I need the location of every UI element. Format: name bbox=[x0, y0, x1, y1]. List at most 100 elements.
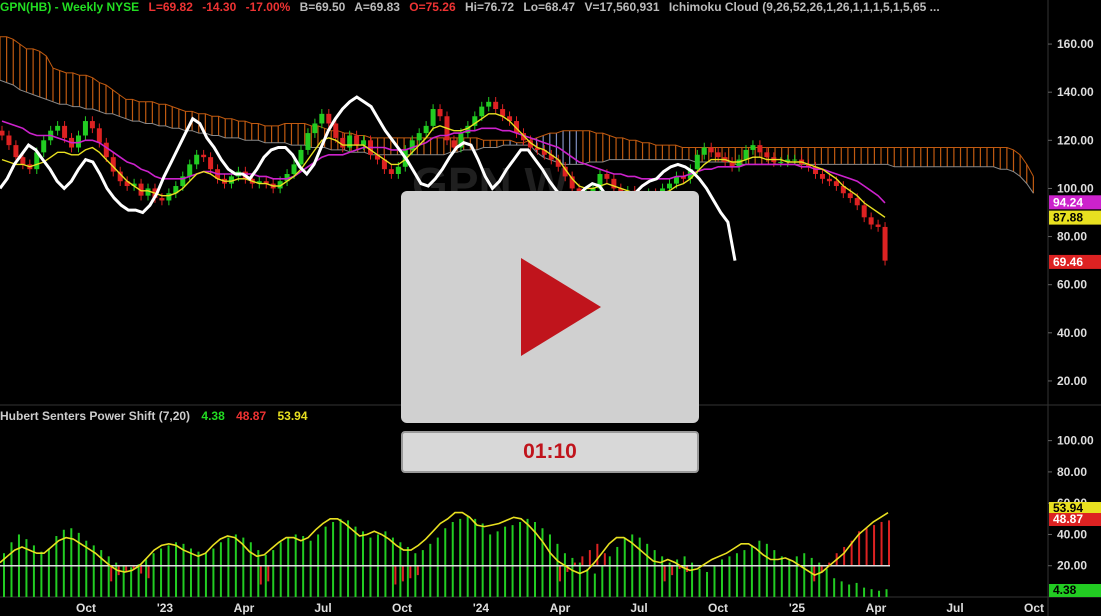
candle-body bbox=[13, 145, 19, 158]
time-tick-label: Apr bbox=[866, 601, 887, 615]
candle-body bbox=[882, 226, 888, 261]
candle-body bbox=[743, 149, 749, 160]
candle-body bbox=[416, 133, 422, 141]
candle-body bbox=[437, 109, 443, 117]
time-tick-label: Jul bbox=[314, 601, 331, 615]
candle-body bbox=[291, 164, 297, 174]
price-change: -14.30 bbox=[202, 0, 237, 14]
indicator-value-red: 48.87 bbox=[236, 409, 267, 423]
high-price: Hi=76.72 bbox=[465, 0, 515, 14]
symbol-label: GPN(HB) - Weekly NYSE bbox=[0, 0, 140, 14]
low-price: Lo=68.47 bbox=[523, 0, 576, 14]
indicator-label-text: 48.87 bbox=[1053, 512, 1083, 526]
price-tick-label: 40.00 bbox=[1057, 326, 1087, 340]
candle-body bbox=[395, 166, 401, 174]
candle-body bbox=[41, 140, 47, 153]
open-price: O=75.26 bbox=[409, 0, 456, 14]
indicator-name: Hubert Senters Power Shift (7,20) bbox=[0, 409, 191, 423]
indicator-value-yellow: 53.94 bbox=[277, 409, 308, 423]
price-tick-label: 20.00 bbox=[1057, 374, 1087, 388]
candle-body bbox=[305, 133, 311, 150]
time-tick-label: '23 bbox=[157, 601, 174, 615]
study-label: Ichimoku Cloud (9,26,52,26,1,26,1,1,1,5,… bbox=[668, 0, 940, 14]
candle-body bbox=[319, 113, 325, 124]
candle-body bbox=[89, 121, 95, 129]
time-tick-label: Oct bbox=[708, 601, 728, 615]
video-timer: 01:10 bbox=[401, 431, 699, 473]
candle-body bbox=[20, 157, 26, 165]
candle-body bbox=[194, 154, 200, 165]
candle-body bbox=[604, 174, 610, 179]
candle-body bbox=[0, 130, 5, 136]
candle-body bbox=[6, 135, 12, 146]
candle-body bbox=[486, 101, 492, 107]
candle-body bbox=[819, 174, 825, 179]
candle-body bbox=[312, 123, 318, 134]
time-tick-label: '25 bbox=[789, 601, 806, 615]
candle-body bbox=[340, 137, 346, 148]
indicator-label-text: 4.38 bbox=[1053, 583, 1077, 597]
candle-body bbox=[757, 145, 763, 153]
chart-header: GPN(HB) - Weekly NYSE L=69.82 -14.30 -17… bbox=[0, 0, 946, 14]
candle-body bbox=[667, 183, 672, 189]
candle-body bbox=[354, 135, 360, 146]
time-tick-label: Apr bbox=[234, 601, 255, 615]
time-tick-label: Jul bbox=[630, 601, 647, 615]
play-icon[interactable] bbox=[521, 258, 601, 356]
time-tick-label: Oct bbox=[1024, 601, 1044, 615]
candle-body bbox=[388, 169, 394, 174]
candle-body bbox=[750, 145, 756, 150]
price-label-text: 87.88 bbox=[1053, 211, 1083, 225]
price-tick-label: 140.00 bbox=[1057, 85, 1094, 99]
time-tick-label: Oct bbox=[76, 601, 96, 615]
time-tick-label: Oct bbox=[392, 601, 412, 615]
candle-body bbox=[708, 147, 714, 153]
indicator-tick-label: 100.00 bbox=[1057, 434, 1094, 448]
price-tick-label: 60.00 bbox=[1057, 278, 1087, 292]
candle-body bbox=[792, 159, 798, 161]
indicator-title: Hubert Senters Power Shift (7,20) 4.38 4… bbox=[0, 409, 316, 423]
price-tick-label: 160.00 bbox=[1057, 37, 1094, 51]
price-label-text: 69.46 bbox=[1053, 255, 1083, 269]
candle-body bbox=[326, 113, 332, 124]
candle-body bbox=[868, 217, 874, 225]
candle-body bbox=[854, 198, 860, 206]
time-tick-label: Apr bbox=[550, 601, 571, 615]
indicator-tick-label: 40.00 bbox=[1057, 527, 1087, 541]
candle-body bbox=[479, 106, 485, 117]
candle-body bbox=[423, 125, 429, 134]
candle-body bbox=[159, 198, 165, 201]
candle-body bbox=[96, 128, 102, 143]
candle-body bbox=[201, 154, 207, 158]
price-label-text: 94.24 bbox=[1053, 195, 1083, 209]
candle-body bbox=[82, 121, 88, 136]
price-tick-label: 120.00 bbox=[1057, 133, 1094, 147]
volume: V=17,560,931 bbox=[584, 0, 660, 14]
candle-body bbox=[493, 101, 499, 110]
candle-body bbox=[62, 125, 68, 138]
candle-body bbox=[298, 149, 304, 165]
candle-body bbox=[764, 152, 770, 158]
indicator-tick-label: 20.00 bbox=[1057, 559, 1087, 573]
ask-price: A=69.83 bbox=[354, 0, 400, 14]
bid-price: B=69.50 bbox=[299, 0, 346, 14]
indicator-tick-label: 80.00 bbox=[1057, 465, 1087, 479]
candle-body bbox=[694, 154, 700, 170]
last-price: L=69.82 bbox=[148, 0, 193, 14]
candle-body bbox=[833, 181, 839, 187]
candle-body bbox=[55, 125, 61, 131]
time-tick-label: Jul bbox=[946, 601, 963, 615]
price-tick-label: 80.00 bbox=[1057, 230, 1087, 244]
candle-body bbox=[430, 109, 436, 126]
candle-body bbox=[861, 205, 867, 218]
candle-body bbox=[208, 157, 214, 170]
candle-body bbox=[778, 161, 784, 163]
indicator-value-green: 4.38 bbox=[201, 409, 225, 423]
candle-body bbox=[826, 178, 832, 182]
price-tick-label: 100.00 bbox=[1057, 181, 1094, 195]
candle-body bbox=[103, 142, 109, 158]
candle-body bbox=[333, 123, 339, 138]
candle-body bbox=[701, 147, 707, 155]
candle-body bbox=[187, 164, 193, 177]
candle-body bbox=[875, 224, 881, 227]
